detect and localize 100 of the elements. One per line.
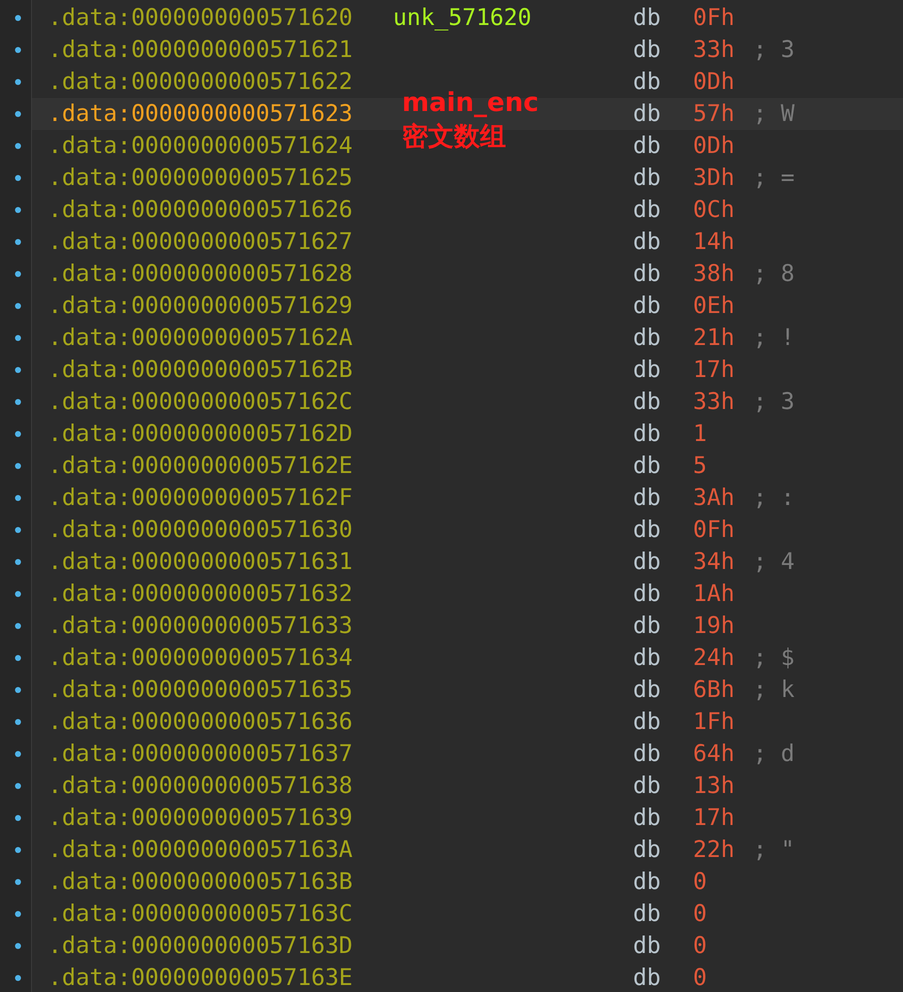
- mnemonic-text: db: [633, 100, 661, 129]
- line-marker-icon: [15, 431, 21, 437]
- address-text: .data:0000000000571625: [48, 164, 353, 193]
- comment-text: ; $: [753, 644, 795, 673]
- address-text: .data:0000000000571636: [48, 708, 353, 737]
- address-text: .data:0000000000571620: [48, 4, 353, 33]
- value-text: 17h: [693, 357, 735, 383]
- mnemonic-text: db: [633, 4, 661, 33]
- line-marker-icon: [15, 847, 21, 853]
- comment-text: ; =: [753, 164, 795, 193]
- comment-text: ; 8: [753, 260, 795, 289]
- line-marker-icon: [15, 623, 21, 629]
- mnemonic-text: db: [633, 836, 661, 865]
- mnemonic-text: db: [633, 196, 661, 225]
- value-text: 3Dh: [693, 165, 735, 191]
- comment-text: ; ": [753, 836, 795, 865]
- value-text: 19h: [693, 613, 735, 639]
- address-text: .data:0000000000571631: [48, 548, 353, 577]
- value-text: 34h: [693, 549, 735, 575]
- address-text: .data:0000000000571632: [48, 580, 353, 609]
- address-text: .data:0000000000571634: [48, 644, 353, 673]
- line-marker-icon: [15, 239, 21, 245]
- value-text: 13h: [693, 773, 735, 799]
- line-marker-icon: [15, 559, 21, 565]
- comment-text: ; k: [753, 676, 795, 705]
- line-marker-icon: [15, 911, 21, 917]
- mnemonic-text: db: [633, 388, 661, 417]
- address-text: .data:0000000000571635: [48, 676, 353, 705]
- address-text: .data:0000000000571621: [48, 36, 353, 65]
- mnemonic-text: db: [633, 740, 661, 769]
- line-marker-icon: [15, 527, 21, 533]
- line-marker-icon: [15, 591, 21, 597]
- value-text: 0: [693, 933, 707, 959]
- address-text: .data:0000000000571638: [48, 772, 353, 801]
- address-text: .data:0000000000571630: [48, 516, 353, 545]
- comment-text: ; !: [753, 324, 795, 353]
- line-marker-icon: [15, 495, 21, 501]
- mnemonic-text: db: [633, 452, 661, 481]
- value-text: 0Fh: [693, 517, 735, 543]
- address-text: .data:0000000000571639: [48, 804, 353, 833]
- mnemonic-text: db: [633, 260, 661, 289]
- value-text: 0Dh: [693, 133, 735, 159]
- line-marker-icon: [15, 367, 21, 373]
- mnemonic-text: db: [633, 868, 661, 897]
- value-text: 14h: [693, 229, 735, 255]
- address-text: .data:0000000000571622: [48, 68, 353, 97]
- line-marker-icon: [15, 271, 21, 277]
- address-text: .data:0000000000571623: [48, 100, 353, 129]
- mnemonic-text: db: [633, 804, 661, 833]
- address-text: .data:0000000000571637: [48, 740, 353, 769]
- line-marker-icon: [15, 687, 21, 693]
- mnemonic-text: db: [633, 324, 661, 353]
- line-marker-icon: [15, 47, 21, 53]
- mnemonic-text: db: [633, 164, 661, 193]
- mnemonic-text: db: [633, 484, 661, 513]
- mnemonic-text: db: [633, 900, 661, 929]
- line-marker-icon: [15, 655, 21, 661]
- address-text: .data:000000000057162F: [48, 484, 353, 513]
- address-text: .data:0000000000571624: [48, 132, 353, 161]
- line-marker-icon: [15, 719, 21, 725]
- comment-text: ; 4: [753, 548, 795, 577]
- comment-text: ; W: [753, 100, 795, 129]
- annotation-note: main_enc 密文数组: [402, 87, 539, 154]
- line-marker-icon: [15, 943, 21, 949]
- address-text: .data:0000000000571628: [48, 260, 353, 289]
- line-marker-icon: [15, 399, 21, 405]
- comment-text: ; 3: [753, 388, 795, 417]
- mnemonic-text: db: [633, 964, 661, 992]
- value-text: 17h: [693, 805, 735, 831]
- line-marker-icon: [15, 207, 21, 213]
- mnemonic-text: db: [633, 228, 661, 257]
- line-marker-icon: [15, 79, 21, 85]
- address-text: .data:000000000057162C: [48, 388, 353, 417]
- value-text: 3Ah: [693, 485, 735, 511]
- mnemonic-text: db: [633, 612, 661, 641]
- value-text: 33h: [693, 389, 735, 415]
- value-text: 0Dh: [693, 69, 735, 95]
- line-marker-icon: [15, 783, 21, 789]
- comment-text: ; 3: [753, 36, 795, 65]
- mnemonic-text: db: [633, 132, 661, 161]
- mnemonic-text: db: [633, 580, 661, 609]
- mnemonic-text: db: [633, 548, 661, 577]
- value-text: 0Ch: [693, 197, 735, 223]
- address-text: .data:000000000057163A: [48, 836, 353, 865]
- address-text: .data:0000000000571627: [48, 228, 353, 257]
- line-marker-icon: [15, 111, 21, 117]
- comment-text: ; d: [753, 740, 795, 769]
- mnemonic-text: db: [633, 356, 661, 385]
- line-marker-icon: [15, 879, 21, 885]
- label-text: unk_571620: [393, 4, 532, 33]
- value-text: 0Eh: [693, 293, 735, 319]
- value-text: 5: [693, 453, 707, 479]
- value-text: 0: [693, 869, 707, 895]
- line-marker-icon: [15, 15, 21, 21]
- address-text: .data:000000000057163C: [48, 900, 353, 929]
- address-text: .data:000000000057162D: [48, 420, 353, 449]
- line-marker-icon: [15, 303, 21, 309]
- line-marker-icon: [15, 335, 21, 341]
- mnemonic-text: db: [633, 36, 661, 65]
- comment-text: ; :: [753, 484, 795, 513]
